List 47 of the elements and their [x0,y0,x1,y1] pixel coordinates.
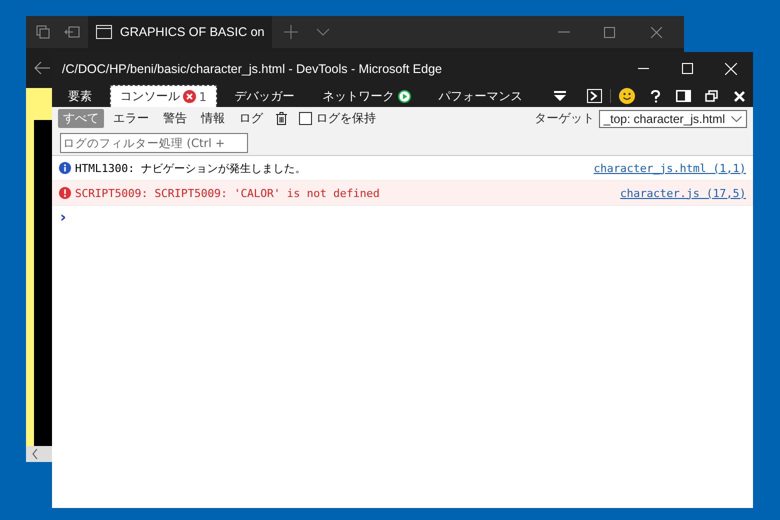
close-icon [725,62,737,74]
play-icon [398,90,411,102]
error-count: 1 [199,90,207,104]
scroll-left-icon[interactable] [32,449,38,459]
tool-tab[interactable]: 要素 [58,85,102,107]
smiley-icon[interactable] [619,88,635,104]
error-icon [183,90,196,103]
tabs-icon[interactable] [36,25,50,39]
console-icon[interactable] [586,89,602,103]
filter-field[interactable]: ログのフィルター処理 (Ctrl + [60,132,248,152]
message-text: HTML1300: ナビゲーションが発生しました。 [75,160,308,176]
minimize-icon[interactable] [558,31,570,33]
tool-tab[interactable]: コンソール 1 [110,85,217,107]
tab-title: GRAPHICS OF BASIC on [120,25,264,39]
filter-tab[interactable]: エラー [108,109,154,128]
help-icon[interactable] [650,90,660,102]
target-dropdown[interactable]: _top: character_js.html [598,110,747,128]
browser-tab[interactable]: GRAPHICS OF BASIC on [88,16,272,48]
back-arrow-icon[interactable] [34,61,50,75]
dock-icon[interactable] [676,90,690,102]
tool-tab[interactable]: パフォーマンス [428,85,533,107]
checkbox[interactable] [299,112,312,125]
message-text: SCRIPT5009: SCRIPT5009: 'CALOR' is not defined [75,186,381,200]
info-icon [59,162,71,174]
filter-tab[interactable]: 情報 [196,109,230,128]
set-aside-icon[interactable] [64,26,80,38]
tool-tab[interactable]: ネットワーク [312,85,421,107]
source-link[interactable]: character.js (17,5) [620,186,746,200]
target-label: ターゲット [534,110,595,127]
trash-icon[interactable] [276,112,287,125]
error-icon [59,187,71,199]
tool-tab[interactable]: デバッガー [224,85,305,107]
page-icon [96,25,112,39]
minimize-icon [638,68,648,69]
overflow-icon[interactable] [554,91,566,101]
new-tab-icon[interactable] [284,25,298,39]
window-title: /C/DOC/HP/beni/basic/character_js.html - DevTools - Microsoft Edge [62,62,443,76]
restore-icon[interactable] [704,90,718,102]
console-prompt[interactable]: › [52,206,74,228]
source-link[interactable]: character_js.html (1,1) [594,162,746,174]
chevron-down-icon [731,116,742,122]
chevron-down-icon[interactable] [316,28,330,36]
preserve-log-checkbox[interactable]: ログを保持 [299,110,376,127]
maximize-icon[interactable] [604,26,615,38]
filter-tab[interactable]: 警告 [158,109,192,128]
filter-tab[interactable]: ログ [234,109,268,128]
maximize-icon [682,63,692,74]
